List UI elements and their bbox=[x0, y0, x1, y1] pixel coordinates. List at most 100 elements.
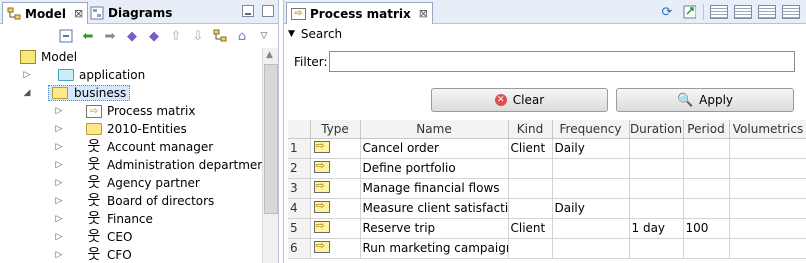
table-view-icon[interactable] bbox=[734, 5, 752, 19]
period-cell[interactable] bbox=[683, 238, 730, 259]
close-icon[interactable]: ⊠ bbox=[74, 7, 83, 20]
kind-cell[interactable]: Client bbox=[508, 138, 553, 159]
frequency-cell[interactable] bbox=[552, 238, 630, 259]
column-header-kind[interactable]: Kind bbox=[508, 120, 553, 139]
forward-arrow-icon[interactable]: ➡ bbox=[102, 28, 118, 44]
filter-input[interactable] bbox=[329, 51, 795, 72]
column-header-name[interactable]: Name bbox=[360, 120, 509, 139]
collapse-all-icon[interactable] bbox=[58, 28, 74, 44]
kind-cell[interactable] bbox=[508, 198, 553, 219]
maximize-button[interactable] bbox=[262, 5, 274, 17]
matrix-view-icon[interactable] bbox=[758, 5, 776, 19]
expand-icon[interactable]: ▷ bbox=[22, 70, 32, 80]
expand-icon[interactable]: ▷ bbox=[54, 106, 64, 116]
list-view-icon[interactable] bbox=[782, 5, 800, 19]
tab-model[interactable]: Model ⊠ bbox=[2, 2, 89, 24]
expand-icon[interactable]: ▷ bbox=[54, 232, 64, 242]
link-left-icon[interactable]: ◆ bbox=[124, 28, 140, 44]
expand-icon[interactable]: ▷ bbox=[54, 124, 64, 134]
home-icon[interactable]: ⌂ bbox=[234, 28, 250, 44]
table-row[interactable]: 5 Reserve trip Client 1 day 100 bbox=[288, 218, 806, 239]
type-cell[interactable] bbox=[310, 198, 361, 219]
period-cell[interactable]: 100 bbox=[683, 218, 730, 239]
scrollbar-thumb[interactable] bbox=[264, 64, 278, 214]
view-menu-icon[interactable]: ▽ bbox=[256, 28, 272, 44]
duration-cell[interactable]: 1 day bbox=[629, 218, 684, 239]
period-cell[interactable] bbox=[683, 158, 730, 179]
column-header-type[interactable]: Type bbox=[310, 120, 361, 139]
duration-cell[interactable] bbox=[629, 198, 684, 219]
tree-item-2010-entities[interactable]: ▷ 2010-Entities bbox=[54, 120, 187, 138]
apply-button[interactable]: 🔍 Apply bbox=[616, 88, 794, 112]
table-row[interactable]: 3 Manage financial flows bbox=[288, 178, 806, 199]
expand-icon[interactable]: ▷ bbox=[54, 178, 64, 188]
tree-item-agency-partner[interactable]: ▷ 웃 Agency partner bbox=[54, 174, 200, 192]
volumetrics-cell[interactable] bbox=[729, 178, 806, 199]
tree-item-board-of-directors[interactable]: ▷ 웃 Board of directors bbox=[54, 192, 215, 210]
tree-item-account-manager[interactable]: ▷ 웃 Account manager bbox=[54, 138, 214, 156]
expand-icon[interactable]: ▷ bbox=[54, 250, 64, 260]
minimize-button[interactable] bbox=[242, 5, 254, 17]
export-icon[interactable] bbox=[681, 4, 697, 20]
hierarchy-icon[interactable] bbox=[212, 28, 228, 44]
tree-item-model[interactable]: Model bbox=[20, 48, 77, 66]
tree-item-administration-department[interactable]: ▷ 웃 Administration department bbox=[54, 156, 262, 174]
type-cell[interactable] bbox=[310, 178, 361, 199]
selected-item[interactable]: business bbox=[48, 85, 131, 101]
name-cell[interactable]: Reserve trip bbox=[360, 218, 509, 239]
tab-diagrams[interactable]: Diagrams bbox=[86, 2, 176, 24]
period-cell[interactable] bbox=[683, 138, 730, 159]
frequency-cell[interactable] bbox=[552, 178, 630, 199]
name-cell[interactable]: Manage financial flows bbox=[360, 178, 509, 199]
tree-scrollbar[interactable]: ▲ bbox=[262, 48, 278, 263]
expand-icon[interactable]: ▷ bbox=[54, 214, 64, 224]
period-cell[interactable] bbox=[683, 178, 730, 199]
tree-item-finance[interactable]: ▷ 웃 Finance bbox=[54, 210, 153, 228]
name-cell[interactable]: Define portfolio bbox=[360, 158, 509, 179]
clear-button[interactable]: ✕ Clear bbox=[431, 88, 608, 112]
move-down-icon[interactable]: ⇩ bbox=[190, 28, 206, 44]
column-header-period[interactable]: Period bbox=[683, 120, 730, 139]
kind-cell[interactable]: Client bbox=[508, 218, 553, 239]
expand-icon[interactable]: ▷ bbox=[54, 142, 64, 152]
link-right-icon[interactable]: ◆ bbox=[146, 28, 162, 44]
tab-process-matrix[interactable]: ⇨ Process matrix ⊠ bbox=[286, 2, 433, 24]
name-cell[interactable]: Measure client satisfaction bbox=[360, 198, 509, 219]
volumetrics-cell[interactable] bbox=[729, 198, 806, 219]
type-cell[interactable] bbox=[310, 158, 361, 179]
close-icon[interactable]: ⊠ bbox=[419, 7, 428, 20]
type-cell[interactable] bbox=[310, 238, 361, 259]
duration-cell[interactable] bbox=[629, 158, 684, 179]
kind-cell[interactable] bbox=[508, 178, 553, 199]
duration-cell[interactable] bbox=[629, 238, 684, 259]
table-row[interactable]: 1 Cancel order Client Daily bbox=[288, 138, 806, 159]
table-row[interactable]: 2 Define portfolio bbox=[288, 158, 806, 179]
name-cell[interactable]: Cancel order bbox=[360, 138, 509, 159]
tree-item-cfo[interactable]: ▷ 웃 CFO bbox=[54, 246, 132, 263]
volumetrics-cell[interactable] bbox=[729, 158, 806, 179]
tree-item-business[interactable]: ◢ business bbox=[22, 84, 131, 102]
name-cell[interactable]: Run marketing campaign bbox=[360, 238, 509, 259]
period-cell[interactable] bbox=[683, 198, 730, 219]
expand-icon[interactable]: ▷ bbox=[54, 160, 64, 170]
duration-cell[interactable] bbox=[629, 178, 684, 199]
search-section-toggle[interactable]: ▼ Search bbox=[288, 27, 342, 41]
type-cell[interactable] bbox=[310, 138, 361, 159]
tree-item-application[interactable]: ▷ application bbox=[22, 66, 146, 84]
volumetrics-cell[interactable] bbox=[729, 218, 806, 239]
collapse-icon[interactable]: ▼ bbox=[288, 29, 295, 39]
collapse-icon[interactable]: ◢ bbox=[22, 88, 32, 98]
column-header-frequency[interactable]: Frequency bbox=[552, 120, 630, 139]
scroll-up-icon[interactable]: ▲ bbox=[266, 50, 273, 60]
table-row[interactable]: 6 Run marketing campaign bbox=[288, 238, 806, 259]
grid-view-icon[interactable] bbox=[710, 5, 728, 19]
tree-item-ceo[interactable]: ▷ 웃 CEO bbox=[54, 228, 133, 246]
type-cell[interactable] bbox=[310, 218, 361, 239]
frequency-cell[interactable] bbox=[552, 158, 630, 179]
column-header-duration[interactable]: Duration bbox=[629, 120, 684, 139]
refresh-icon[interactable]: ⟳ bbox=[659, 4, 675, 20]
expand-icon[interactable]: ▷ bbox=[54, 196, 64, 206]
kind-cell[interactable] bbox=[508, 158, 553, 179]
volumetrics-cell[interactable] bbox=[729, 138, 806, 159]
back-arrow-icon[interactable]: ⬅ bbox=[80, 28, 96, 44]
